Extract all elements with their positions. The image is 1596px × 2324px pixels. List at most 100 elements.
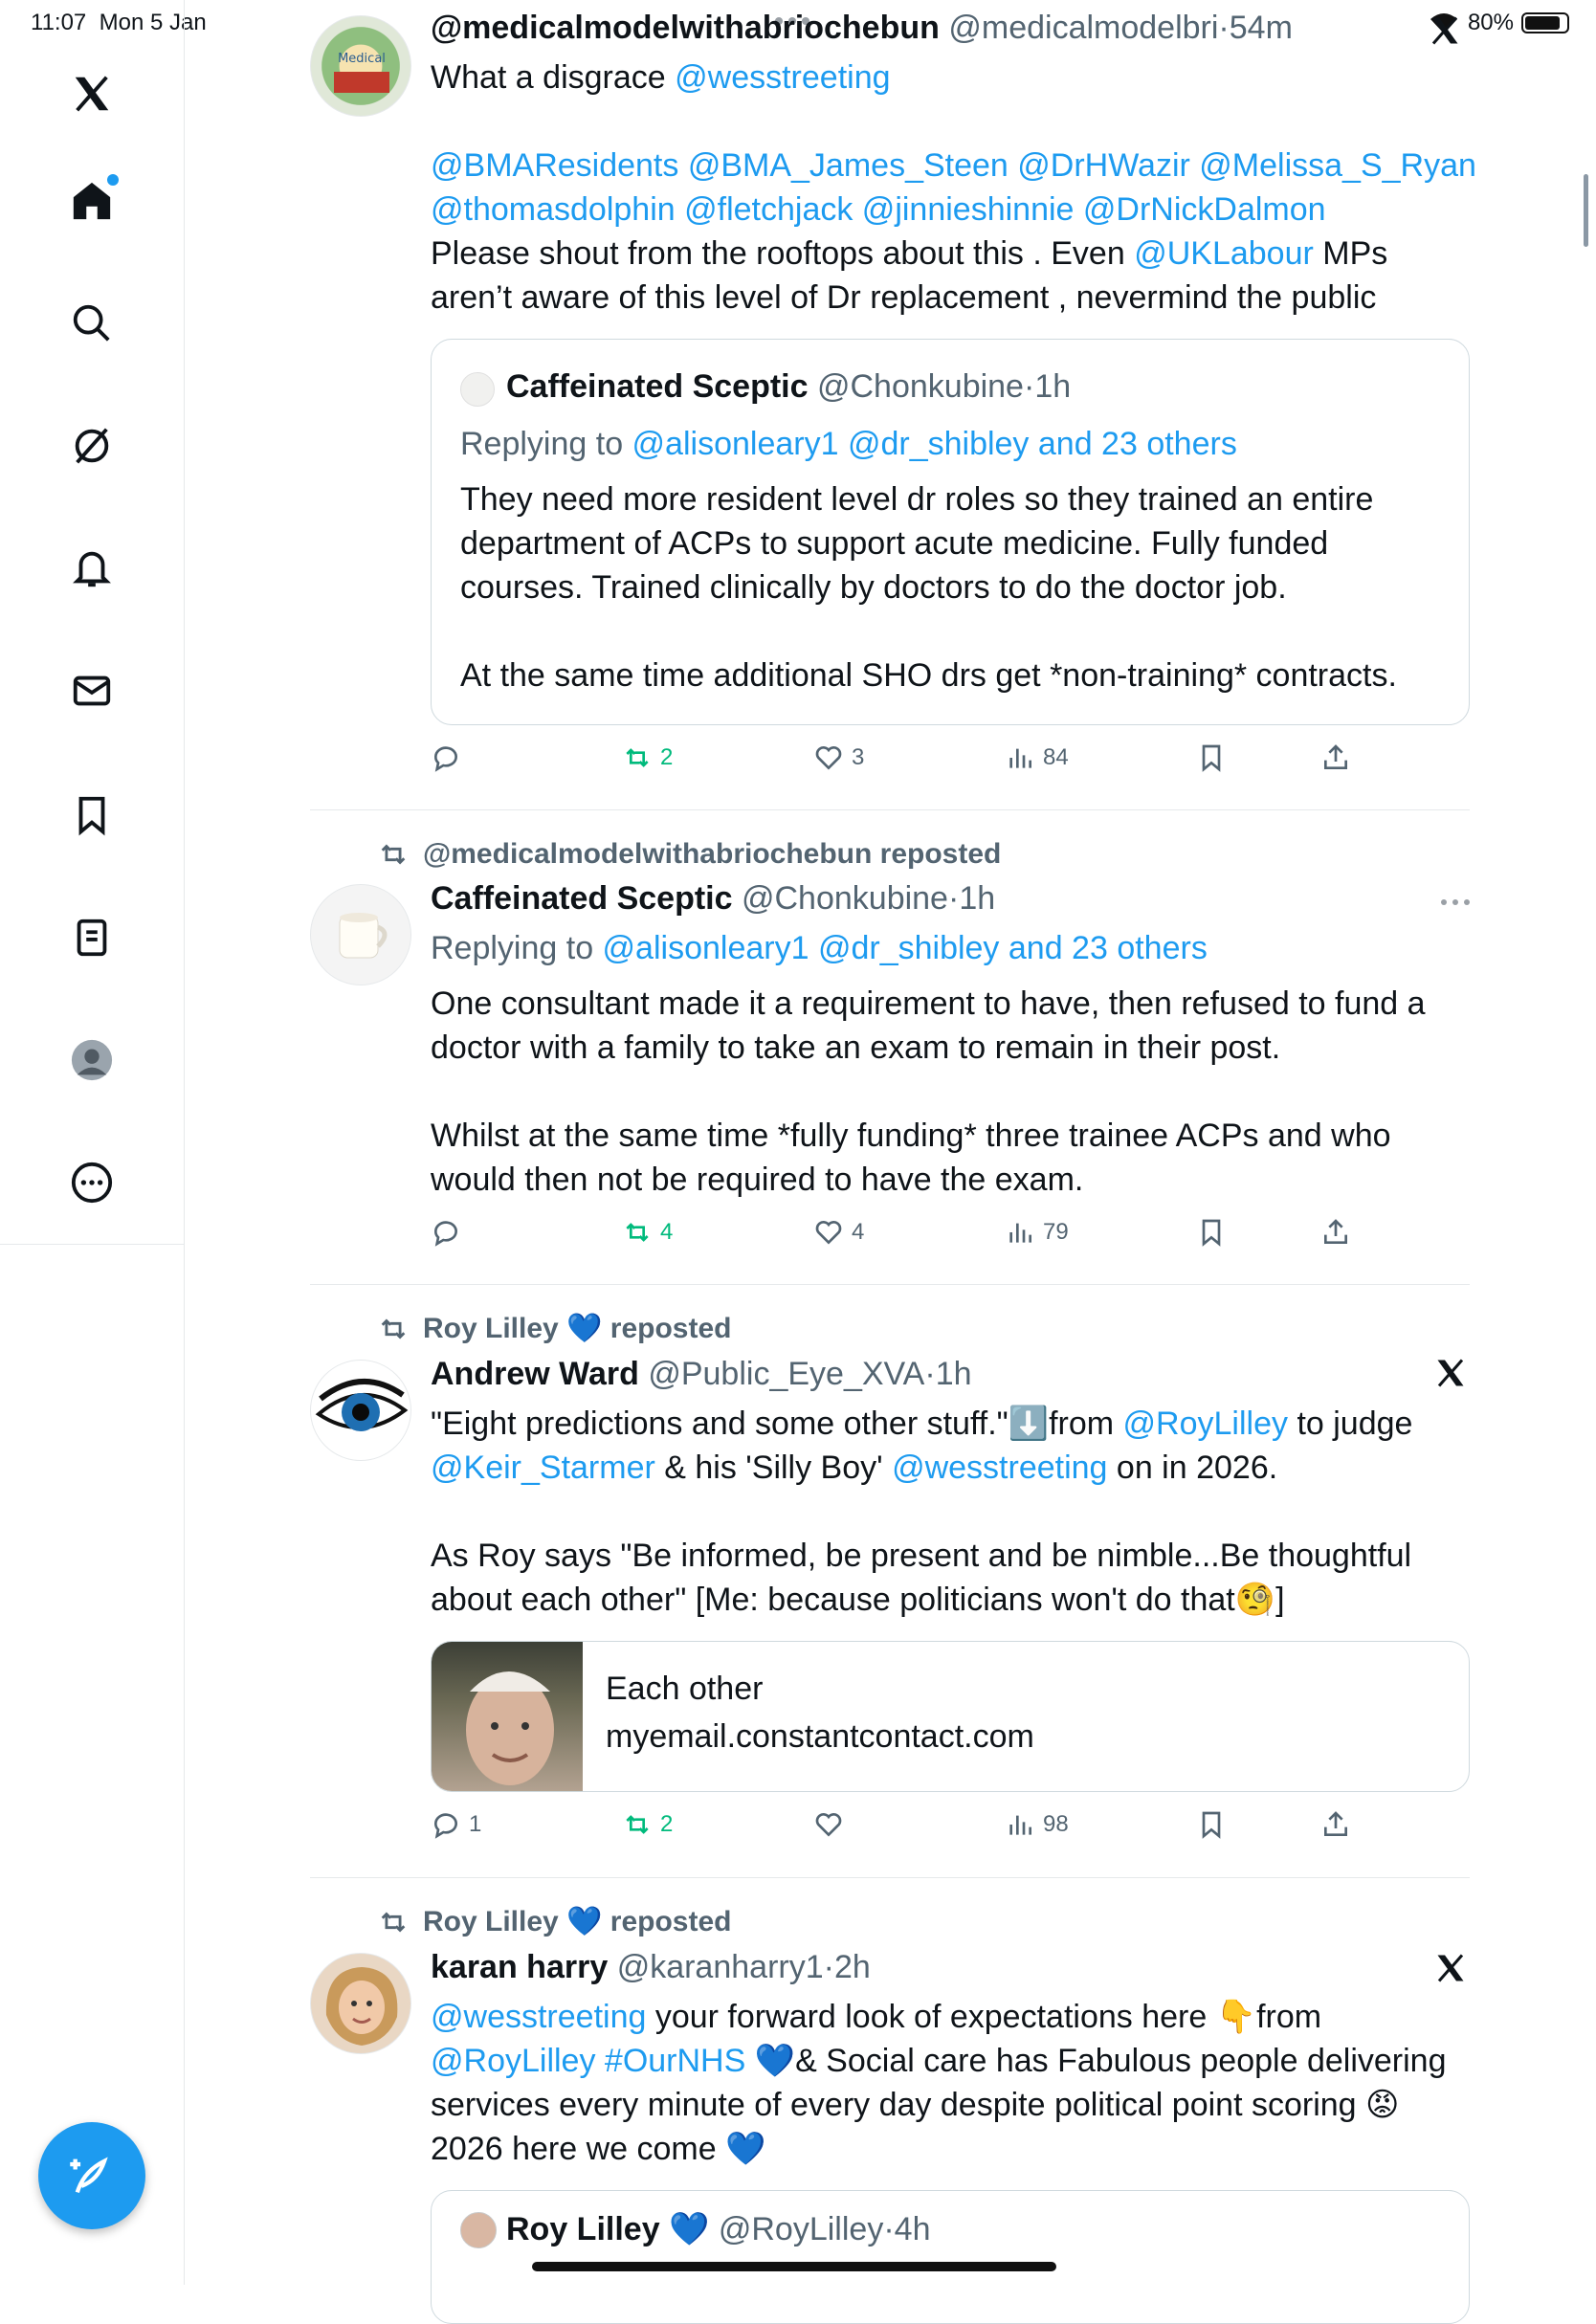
tweet-time[interactable]: 1h: [959, 880, 995, 917]
share-button[interactable]: [1320, 1809, 1351, 1840]
author-name[interactable]: karan harry: [431, 1949, 608, 1985]
reply-button[interactable]: [431, 1217, 469, 1248]
tweet-divider: [310, 809, 1470, 810]
link-card[interactable]: Each other myemail.constantcontact.com: [431, 1641, 1470, 1792]
tweet-actions: 4 4 79: [431, 1217, 1470, 1255]
avatar[interactable]: Medical: [310, 15, 411, 117]
grok-icon[interactable]: [67, 421, 117, 471]
reply-icon: [434, 1813, 457, 1839]
repost-icon: [626, 1815, 649, 1834]
battery-percent: 80%: [1467, 10, 1514, 35]
x-logo-icon[interactable]: [67, 69, 117, 119]
tweet-text: @wesstreeting your forward look of expec…: [431, 1999, 1447, 2167]
tweet-text: One consultant made it a requirement to …: [431, 985, 1426, 1198]
tweet-time[interactable]: 2h: [834, 1949, 871, 1985]
quote-avatar: [460, 372, 495, 407]
sidebar: [0, 0, 185, 2285]
tweet-header: karan harry @karanharry1·2h: [431, 1949, 871, 1985]
tweet[interactable]: Roy Lilley 💙 reposted karan harry @karan…: [310, 1878, 1470, 2324]
repost-icon: [381, 1317, 406, 1339]
list-icon[interactable]: [67, 913, 117, 963]
author-handle[interactable]: @karanharry1: [617, 1949, 824, 1985]
x-logo-icon: [1433, 1951, 1468, 1985]
home-icon[interactable]: [67, 174, 119, 226]
views-button[interactable]: 98: [1005, 1809, 1069, 1840]
link-card-domain: myemail.constantcontact.com: [606, 1718, 1034, 1755]
repost-icon: [626, 748, 649, 767]
views-button[interactable]: 84: [1005, 742, 1069, 773]
repost-icon: [626, 1223, 649, 1242]
heart-icon: [815, 1221, 842, 1245]
more-options-button[interactable]: [1441, 899, 1470, 905]
scrollbar[interactable]: [1584, 174, 1588, 247]
reply-button[interactable]: 1: [431, 1809, 481, 1840]
reply-icon: [434, 1221, 457, 1247]
avatar[interactable]: [310, 884, 411, 985]
heart-icon: [815, 1813, 842, 1837]
compose-icon: [70, 2157, 108, 2194]
views-icon: [1009, 1223, 1031, 1243]
share-button[interactable]: [1320, 1217, 1351, 1248]
profile-icon[interactable]: [67, 1035, 117, 1085]
views-icon: [1009, 748, 1031, 768]
author-handle[interactable]: @Chonkubine: [742, 880, 948, 917]
like-button[interactable]: [813, 1809, 852, 1840]
repost-indicator: Roy Lilley 💙 reposted: [377, 1312, 731, 1345]
home-indicator[interactable]: [532, 2262, 1056, 2271]
views-icon: [1009, 1815, 1031, 1835]
reply-button[interactable]: [431, 742, 469, 773]
repost-button[interactable]: 2: [622, 1809, 673, 1840]
more-icon[interactable]: [67, 1158, 117, 1207]
sidebar-divider: [0, 1244, 184, 1245]
share-icon: [1324, 744, 1347, 769]
repost-indicator: Roy Lilley 💙 reposted: [377, 1905, 731, 1938]
bookmark-button[interactable]: [1196, 1809, 1227, 1840]
tweet[interactable]: @medicalmodelwithabriochebun reposted Ca…: [310, 811, 1470, 1284]
search-icon[interactable]: [67, 299, 117, 348]
tweet[interactable]: Medical @medicalmodelwithabriochebun @me…: [310, 0, 1476, 811]
quote-replying-to: Replying to @alisonleary1 @dr_shibley an…: [460, 426, 1237, 462]
tweet-header: @medicalmodelwithabriochebun @medicalmod…: [431, 10, 1293, 46]
like-button[interactable]: 4: [813, 1217, 864, 1248]
bookmark-button[interactable]: [1196, 742, 1227, 773]
heart-icon: [815, 746, 842, 770]
quote-avatar: [460, 2212, 497, 2248]
author-name[interactable]: Caffeinated Sceptic: [431, 880, 733, 917]
battery-icon: [1521, 12, 1569, 33]
tweet-header: Andrew Ward @Public_Eye_XVA·1h: [431, 1356, 972, 1392]
tweet-header: Caffeinated Sceptic @Chonkubine·1h: [431, 880, 996, 917]
mention-link[interactable]: @UKLabour: [1134, 235, 1314, 272]
tweet-actions: 2 3 84: [431, 742, 1470, 781]
repost-button[interactable]: 4: [622, 1217, 673, 1248]
bookmark-icon: [1202, 744, 1221, 772]
mention-links[interactable]: @thomasdolphin @fletchjack @jinnieshinni…: [431, 188, 1476, 232]
share-icon: [1324, 1811, 1347, 1836]
compose-button[interactable]: [38, 2122, 145, 2229]
avatar[interactable]: [310, 1953, 411, 2054]
bookmark-icon: [1202, 1219, 1221, 1247]
author-handle[interactable]: @Public_Eye_XVA: [648, 1356, 924, 1392]
svg-text:Medical: Medical: [338, 52, 386, 66]
quote-header: Roy Lilley 💙 @RoyLilley·4h: [506, 2211, 931, 2247]
views-button[interactable]: 79: [1005, 1217, 1069, 1248]
author-name[interactable]: Andrew Ward: [431, 1356, 639, 1392]
author-handle[interactable]: @medicalmodelbri: [948, 10, 1218, 46]
mention-links[interactable]: @BMAResidents @BMA_James_Steen @DrHWazir…: [431, 144, 1476, 188]
bookmark-icon[interactable]: [67, 790, 117, 840]
quoted-tweet[interactable]: Roy Lilley 💙 @RoyLilley·4h: [431, 2190, 1470, 2324]
avatar[interactable]: [310, 1360, 411, 1461]
mail-icon[interactable]: [67, 666, 117, 716]
tweet[interactable]: Roy Lilley 💙 reposted Andrew Ward @Publi…: [310, 1285, 1470, 1876]
quoted-tweet[interactable]: Caffeinated Sceptic @Chonkubine·1h Reply…: [431, 339, 1470, 725]
repost-button[interactable]: 2: [622, 742, 673, 773]
tweet-time[interactable]: 54m: [1230, 10, 1293, 46]
tweet-time[interactable]: 1h: [936, 1356, 972, 1392]
bookmark-button[interactable]: [1196, 1217, 1227, 1248]
author-name[interactable]: @medicalmodelwithabriochebun: [431, 10, 940, 46]
share-button[interactable]: [1320, 742, 1351, 773]
like-button[interactable]: 3: [813, 742, 864, 773]
repost-indicator: @medicalmodelwithabriochebun reposted: [377, 838, 1001, 871]
mention-link[interactable]: @wesstreeting: [675, 59, 890, 96]
link-card-title: Each other: [606, 1671, 764, 1707]
bell-icon[interactable]: [67, 543, 117, 593]
